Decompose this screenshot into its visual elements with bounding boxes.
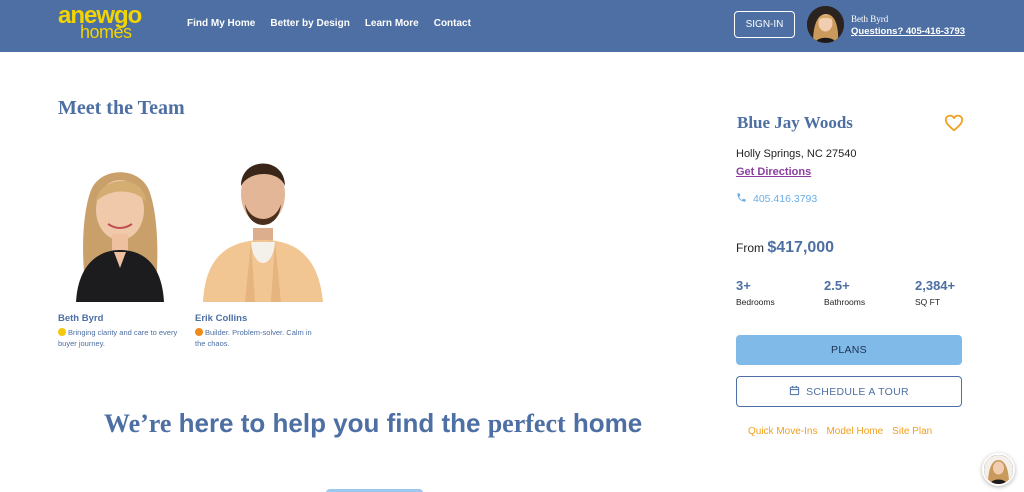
team-title: Meet the Team xyxy=(58,97,185,119)
anewgo-homes-logo[interactable]: anewgo homes xyxy=(58,2,158,44)
quick-move-ins-link[interactable]: Quick Move-Ins xyxy=(748,426,817,437)
nav-find-my-home[interactable]: Find My Home xyxy=(187,18,255,29)
yellow-circle-icon xyxy=(58,328,66,336)
stat-value: 2.5+ xyxy=(824,278,850,293)
schedule-tour-button[interactable]: SCHEDULE A TOUR xyxy=(736,376,962,407)
community-phone-text: 405.416.3793 xyxy=(753,193,818,205)
get-directions-link[interactable]: Get Directions xyxy=(736,166,811,178)
model-home-link[interactable]: Model Home xyxy=(826,426,883,437)
tagline-heading: We’re here to help you find the perfect … xyxy=(104,408,642,439)
logo-line2: homes xyxy=(80,22,132,42)
team-member-photo xyxy=(58,150,186,302)
team-member-photo xyxy=(195,150,323,302)
schedule-tour-label: SCHEDULE A TOUR xyxy=(806,385,909,398)
stat-bedrooms: 3+ Bedrooms xyxy=(736,278,775,307)
community-links: Quick Move-Ins Model Home Site Plan xyxy=(748,426,932,437)
nav-contact[interactable]: Contact xyxy=(434,18,471,29)
site-plan-link[interactable]: Site Plan xyxy=(892,426,932,437)
team-member-description-text: Builder. Problem-solver. Calm in the cha… xyxy=(195,328,312,348)
community-phone[interactable]: 405.416.3793 xyxy=(736,190,817,208)
stat-label: Bedrooms xyxy=(736,297,775,307)
main-nav: Find My Home Better by Design Learn More… xyxy=(187,18,471,29)
plans-button[interactable]: PLANS xyxy=(736,335,962,365)
tagline-part2: here to help you find the xyxy=(171,408,488,438)
stat-label: SQ FT xyxy=(915,297,941,307)
team-member-name: Beth Byrd xyxy=(58,313,104,324)
tagline-part1: We’re xyxy=(104,409,172,438)
team-member-description: Builder. Problem-solver. Calm in the cha… xyxy=(195,327,323,349)
price-value: $417,000 xyxy=(767,239,835,256)
heart-icon[interactable] xyxy=(944,114,964,132)
stat-value: 3+ xyxy=(736,278,751,293)
community-address: Holly Springs, NC 27540 xyxy=(736,148,857,160)
team-member-description-text: Bringing clarity and care to every buyer… xyxy=(58,328,178,348)
stat-bathrooms: 2.5+ Bathrooms xyxy=(824,278,865,307)
tagline-part4: home xyxy=(565,408,643,438)
stat-sqft: 2,384+ SQ FT xyxy=(915,278,955,307)
agent-phone-link[interactable]: Questions? 405-416-3793 xyxy=(851,26,965,37)
site-header: anewgo homes Find My Home Better by Desi… xyxy=(0,0,1024,52)
community-price: From $417,000 xyxy=(736,239,834,257)
nav-better-by-design[interactable]: Better by Design xyxy=(270,18,349,29)
stat-label: Bathrooms xyxy=(824,297,866,307)
stat-value: 2,384+ xyxy=(915,278,956,293)
nav-learn-more[interactable]: Learn More xyxy=(365,18,419,29)
community-name: Blue Jay Woods xyxy=(737,113,853,132)
tagline-part3: perfect xyxy=(487,409,566,438)
sign-in-button[interactable]: SIGN-IN xyxy=(734,11,795,38)
agent-avatar[interactable] xyxy=(807,6,844,43)
phone-icon xyxy=(736,190,747,208)
orange-circle-icon xyxy=(195,328,203,336)
team-member-description: Bringing clarity and care to every buyer… xyxy=(58,327,186,349)
team-member-card: Beth Byrd Bringing clarity and care to e… xyxy=(58,150,186,349)
price-prefix: From xyxy=(736,241,768,255)
agent-name: Beth Byrd xyxy=(851,14,889,24)
team-member-name: Erik Collins xyxy=(195,313,248,324)
chat-agent-avatar[interactable] xyxy=(982,453,1015,486)
team-member-card: Erik Collins Builder. Problem-solver. Ca… xyxy=(195,150,323,349)
calendar-icon xyxy=(789,385,800,399)
